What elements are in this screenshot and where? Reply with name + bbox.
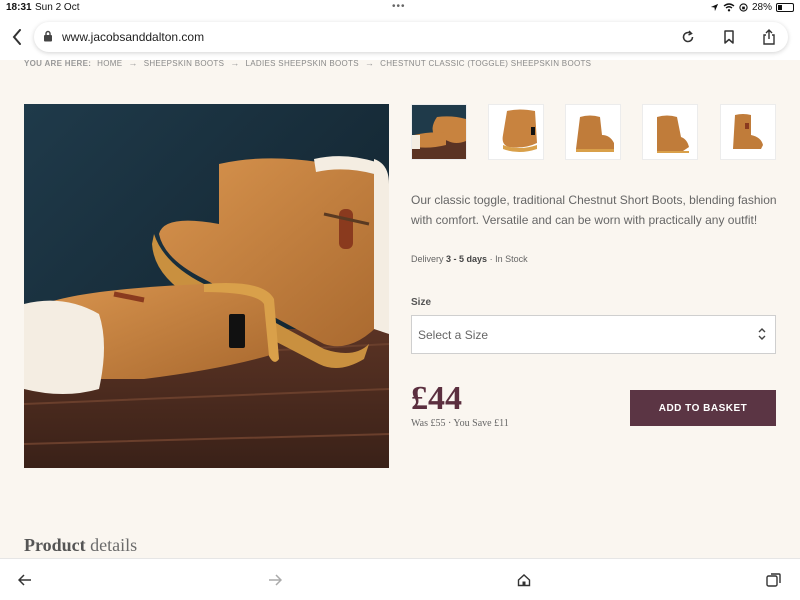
product-main-image[interactable] (24, 104, 389, 468)
url-text[interactable]: www.jacobsanddalton.com (62, 30, 204, 44)
breadcrumb-item-home[interactable]: HOME (97, 59, 122, 68)
was-price: Was £55 · You Save £11 (411, 418, 509, 429)
battery-percent: 28% (751, 2, 772, 13)
status-right: 28% (710, 2, 794, 13)
chevron-updown-icon (758, 328, 766, 340)
wifi-icon (723, 3, 735, 12)
tabs-icon[interactable] (765, 571, 783, 589)
delivery-info: Delivery 3 - 5 days · In Stock (411, 254, 528, 264)
chevron-left-icon (12, 29, 21, 45)
product-details-heading: Product details (24, 535, 137, 556)
size-select[interactable]: Select a Size (411, 315, 776, 354)
details-heading-bold: Product (24, 535, 86, 555)
product-description: Our classic toggle, traditional Chestnut… (411, 193, 777, 227)
browser-back-button[interactable] (8, 26, 26, 48)
arrow-right-icon: → (230, 58, 240, 68)
status-bar: 18:31 Sun 2 Oct ••• 28% (0, 0, 800, 16)
back-icon[interactable] (16, 571, 34, 589)
address-bar[interactable]: www.jacobsanddalton.com (34, 22, 788, 52)
orientation-lock-icon (739, 3, 748, 12)
arrow-right-icon: → (128, 58, 138, 68)
size-label: Size (411, 297, 432, 308)
breadcrumb-item-current[interactable]: CHESTNUT CLASSIC (TOGGLE) SHEEPSKIN BOOT… (380, 59, 591, 68)
product-thumbnail-5[interactable] (720, 104, 776, 160)
size-select-value: Select a Size (418, 328, 489, 342)
battery-icon (776, 3, 794, 12)
product-thumbnail-4[interactable] (642, 104, 698, 160)
details-heading-rest: details (90, 535, 138, 555)
bookmark-icon[interactable] (720, 28, 738, 46)
stock-status: In Stock (495, 254, 528, 264)
product-thumbnail-1[interactable] (411, 104, 467, 160)
product-price: £44 (411, 380, 462, 417)
browser-bottom-bar (0, 558, 800, 600)
location-icon (710, 3, 719, 12)
breadcrumb-item-sheepskin-boots[interactable]: SHEEPSKIN BOOTS (144, 59, 225, 68)
delivery-label: Delivery (411, 254, 444, 264)
status-time: 18:31 (6, 2, 32, 13)
add-to-basket-button[interactable]: ADD TO BASKET (630, 390, 776, 426)
breadcrumb: YOU ARE HERE: HOME → SHEEPSKIN BOOTS → L… (24, 58, 591, 68)
lock-icon (44, 30, 52, 42)
multitasking-dots-icon[interactable]: ••• (392, 1, 406, 12)
breadcrumb-item-ladies[interactable]: LADIES SHEEPSKIN BOOTS (246, 59, 359, 68)
arrow-right-icon: → (364, 58, 375, 68)
browser-toolbar: www.jacobsanddalton.com (0, 16, 800, 60)
product-thumbnail-3[interactable] (565, 104, 621, 160)
product-thumbnail-2[interactable] (488, 104, 544, 160)
reload-icon[interactable] (679, 28, 697, 46)
forward-icon[interactable] (266, 571, 284, 589)
home-icon[interactable] (515, 571, 533, 589)
status-date: Sun 2 Oct (35, 2, 80, 13)
breadcrumb-label: YOU ARE HERE: (24, 58, 92, 68)
delivery-time: 3 - 5 days (446, 254, 488, 264)
share-icon[interactable] (760, 28, 778, 46)
